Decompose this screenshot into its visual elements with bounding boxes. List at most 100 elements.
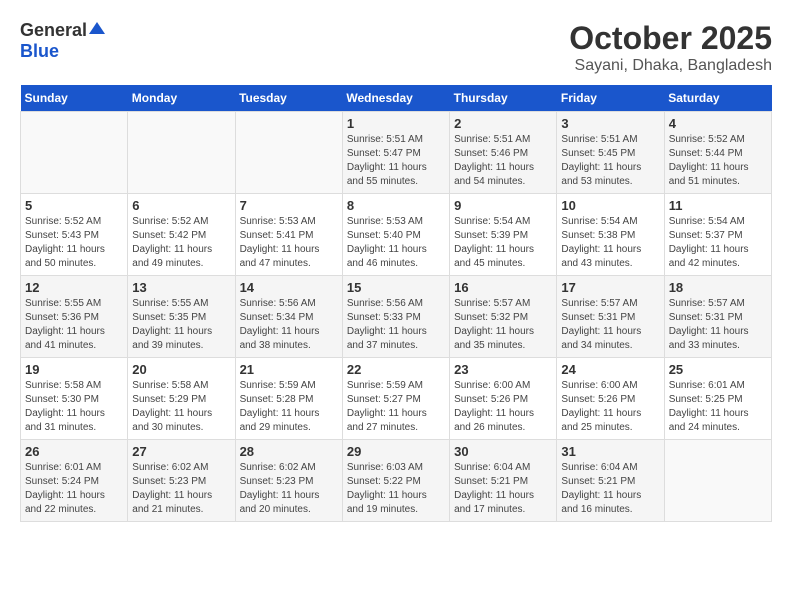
calendar-cell: 27Sunrise: 6:02 AM Sunset: 5:23 PM Dayli… <box>128 440 235 522</box>
day-number: 18 <box>669 280 767 295</box>
day-content: Sunrise: 5:51 AM Sunset: 5:46 PM Dayligh… <box>454 133 552 189</box>
calendar-cell: 24 Sunrise: 6:00 AM Sunset: 5:26 PM Dayli… <box>557 358 664 440</box>
day-number: 11 <box>669 198 767 213</box>
day-content: Sunrise: 6:01 AM Sunset: 5:24 PM Dayligh… <box>25 461 123 517</box>
day-content: Sunrise: 5:51 AM Sunset: 5:45 PM Dayligh… <box>561 133 659 189</box>
calendar-cell: 1Sunrise: 5:51 AM Sunset: 5:47 PM Daylig… <box>342 112 449 194</box>
calendar-week-row: 12Sunrise: 5:55 AM Sunset: 5:36 PM Dayli… <box>21 276 772 358</box>
day-number: 31 <box>561 444 659 459</box>
day-number: 21 <box>240 362 338 377</box>
column-header-tuesday: Tuesday <box>235 85 342 112</box>
day-number: 13 <box>132 280 230 295</box>
calendar-cell: 3Sunrise: 5:51 AM Sunset: 5:45 PM Daylig… <box>557 112 664 194</box>
day-number: 19 <box>25 362 123 377</box>
day-number: 26 <box>25 444 123 459</box>
logo-general-text: General <box>20 20 87 41</box>
day-number: 12 <box>25 280 123 295</box>
column-header-saturday: Saturday <box>664 85 771 112</box>
calendar-cell: 26 Sunrise: 6:01 AM Sunset: 5:24 PM Dayli… <box>21 440 128 522</box>
day-number: 28 <box>240 444 338 459</box>
calendar-cell <box>664 440 771 522</box>
day-number: 29 <box>347 444 445 459</box>
calendar-cell: 16 Sunrise: 5:57 AM Sunset: 5:32 PM Dayli… <box>450 276 557 358</box>
calendar-cell: 14 Sunrise: 5:56 AM Sunset: 5:34 PM Dayli… <box>235 276 342 358</box>
calendar-cell: 8Sunrise: 5:53 AM Sunset: 5:40 PM Daylig… <box>342 194 449 276</box>
day-content: Sunrise: 5:54 AM Sunset: 5:38 PM Dayligh… <box>561 215 659 271</box>
day-content: Sunrise: 5:57 AM Sunset: 5:32 PM Dayligh… <box>454 297 552 353</box>
day-content: Sunrise: 6:04 AM Sunset: 5:21 PM Dayligh… <box>561 461 659 517</box>
calendar-cell: 6 Sunrise: 5:52 AM Sunset: 5:42 PM Daylig… <box>128 194 235 276</box>
calendar-cell: 15Sunrise: 5:56 AM Sunset: 5:33 PM Dayli… <box>342 276 449 358</box>
day-number: 7 <box>240 198 338 213</box>
day-content: Sunrise: 5:53 AM Sunset: 5:41 PM Dayligh… <box>240 215 338 271</box>
calendar-cell: 2 Sunrise: 5:51 AM Sunset: 5:46 PM Daylig… <box>450 112 557 194</box>
day-content: Sunrise: 5:57 AM Sunset: 5:31 PM Dayligh… <box>561 297 659 353</box>
calendar-table: SundayMondayTuesdayWednesdayThursdayFrid… <box>20 85 772 522</box>
calendar-cell: 23 Sunrise: 6:00 AM Sunset: 5:26 PM Dayli… <box>450 358 557 440</box>
column-header-wednesday: Wednesday <box>342 85 449 112</box>
day-number: 9 <box>454 198 552 213</box>
day-content: Sunrise: 5:54 AM Sunset: 5:37 PM Dayligh… <box>669 215 767 271</box>
day-number: 4 <box>669 116 767 131</box>
day-content: Sunrise: 5:58 AM Sunset: 5:30 PM Dayligh… <box>25 379 123 435</box>
day-number: 10 <box>561 198 659 213</box>
day-content: Sunrise: 5:56 AM Sunset: 5:33 PM Dayligh… <box>347 297 445 353</box>
day-content: Sunrise: 5:59 AM Sunset: 5:28 PM Dayligh… <box>240 379 338 435</box>
calendar-week-row: 19 Sunrise: 5:58 AM Sunset: 5:30 PM Dayli… <box>21 358 772 440</box>
day-content: Sunrise: 6:00 AM Sunset: 5:26 PM Dayligh… <box>561 379 659 435</box>
calendar-cell: 31 Sunrise: 6:04 AM Sunset: 5:21 PM Dayli… <box>557 440 664 522</box>
calendar-week-row: 1Sunrise: 5:51 AM Sunset: 5:47 PM Daylig… <box>21 112 772 194</box>
day-number: 24 <box>561 362 659 377</box>
page-header: General Blue October 2025 Sayani, Dhaka,… <box>20 20 772 75</box>
calendar-cell <box>128 112 235 194</box>
calendar-cell: 11 Sunrise: 5:54 AM Sunset: 5:37 PM Dayli… <box>664 194 771 276</box>
day-content: Sunrise: 6:03 AM Sunset: 5:22 PM Dayligh… <box>347 461 445 517</box>
day-number: 25 <box>669 362 767 377</box>
day-content: Sunrise: 6:02 AM Sunset: 5:23 PM Dayligh… <box>240 461 338 517</box>
calendar-cell: 18 Sunrise: 5:57 AM Sunset: 5:31 PM Dayli… <box>664 276 771 358</box>
day-number: 22 <box>347 362 445 377</box>
calendar-cell: 20Sunrise: 5:58 AM Sunset: 5:29 PM Dayli… <box>128 358 235 440</box>
day-number: 2 <box>454 116 552 131</box>
calendar-cell: 13Sunrise: 5:55 AM Sunset: 5:35 PM Dayli… <box>128 276 235 358</box>
day-number: 5 <box>25 198 123 213</box>
day-number: 14 <box>240 280 338 295</box>
calendar-cell: 10 Sunrise: 5:54 AM Sunset: 5:38 PM Dayli… <box>557 194 664 276</box>
calendar-cell <box>235 112 342 194</box>
column-header-thursday: Thursday <box>450 85 557 112</box>
title-section: October 2025 Sayani, Dhaka, Bangladesh <box>569 20 772 75</box>
calendar-week-row: 26 Sunrise: 6:01 AM Sunset: 5:24 PM Dayli… <box>21 440 772 522</box>
day-content: Sunrise: 6:00 AM Sunset: 5:26 PM Dayligh… <box>454 379 552 435</box>
calendar-cell: 17 Sunrise: 5:57 AM Sunset: 5:31 PM Dayli… <box>557 276 664 358</box>
calendar-cell <box>21 112 128 194</box>
calendar-cell: 29 Sunrise: 6:03 AM Sunset: 5:22 PM Dayli… <box>342 440 449 522</box>
day-content: Sunrise: 5:52 AM Sunset: 5:42 PM Dayligh… <box>132 215 230 271</box>
calendar-cell: 22Sunrise: 5:59 AM Sunset: 5:27 PM Dayli… <box>342 358 449 440</box>
calendar-cell: 28 Sunrise: 6:02 AM Sunset: 5:23 PM Dayli… <box>235 440 342 522</box>
calendar-cell: 7 Sunrise: 5:53 AM Sunset: 5:41 PM Daylig… <box>235 194 342 276</box>
column-header-friday: Friday <box>557 85 664 112</box>
day-number: 6 <box>132 198 230 213</box>
calendar-cell: 4 Sunrise: 5:52 AM Sunset: 5:44 PM Daylig… <box>664 112 771 194</box>
calendar-cell: 21 Sunrise: 5:59 AM Sunset: 5:28 PM Dayli… <box>235 358 342 440</box>
day-number: 23 <box>454 362 552 377</box>
calendar-cell: 30Sunrise: 6:04 AM Sunset: 5:21 PM Dayli… <box>450 440 557 522</box>
day-number: 1 <box>347 116 445 131</box>
day-number: 16 <box>454 280 552 295</box>
day-number: 20 <box>132 362 230 377</box>
calendar-cell: 25Sunrise: 6:01 AM Sunset: 5:25 PM Dayli… <box>664 358 771 440</box>
calendar-header-row: SundayMondayTuesdayWednesdayThursdayFrid… <box>21 85 772 112</box>
column-header-monday: Monday <box>128 85 235 112</box>
logo-icon <box>89 20 105 36</box>
day-number: 17 <box>561 280 659 295</box>
calendar-cell: 19 Sunrise: 5:58 AM Sunset: 5:30 PM Dayli… <box>21 358 128 440</box>
day-number: 30 <box>454 444 552 459</box>
calendar-cell: 12Sunrise: 5:55 AM Sunset: 5:36 PM Dayli… <box>21 276 128 358</box>
calendar-title: October 2025 <box>569 20 772 57</box>
day-content: Sunrise: 5:54 AM Sunset: 5:39 PM Dayligh… <box>454 215 552 271</box>
column-header-sunday: Sunday <box>21 85 128 112</box>
day-content: Sunrise: 5:57 AM Sunset: 5:31 PM Dayligh… <box>669 297 767 353</box>
day-content: Sunrise: 5:56 AM Sunset: 5:34 PM Dayligh… <box>240 297 338 353</box>
calendar-cell: 9 Sunrise: 5:54 AM Sunset: 5:39 PM Daylig… <box>450 194 557 276</box>
day-content: Sunrise: 5:52 AM Sunset: 5:44 PM Dayligh… <box>669 133 767 189</box>
